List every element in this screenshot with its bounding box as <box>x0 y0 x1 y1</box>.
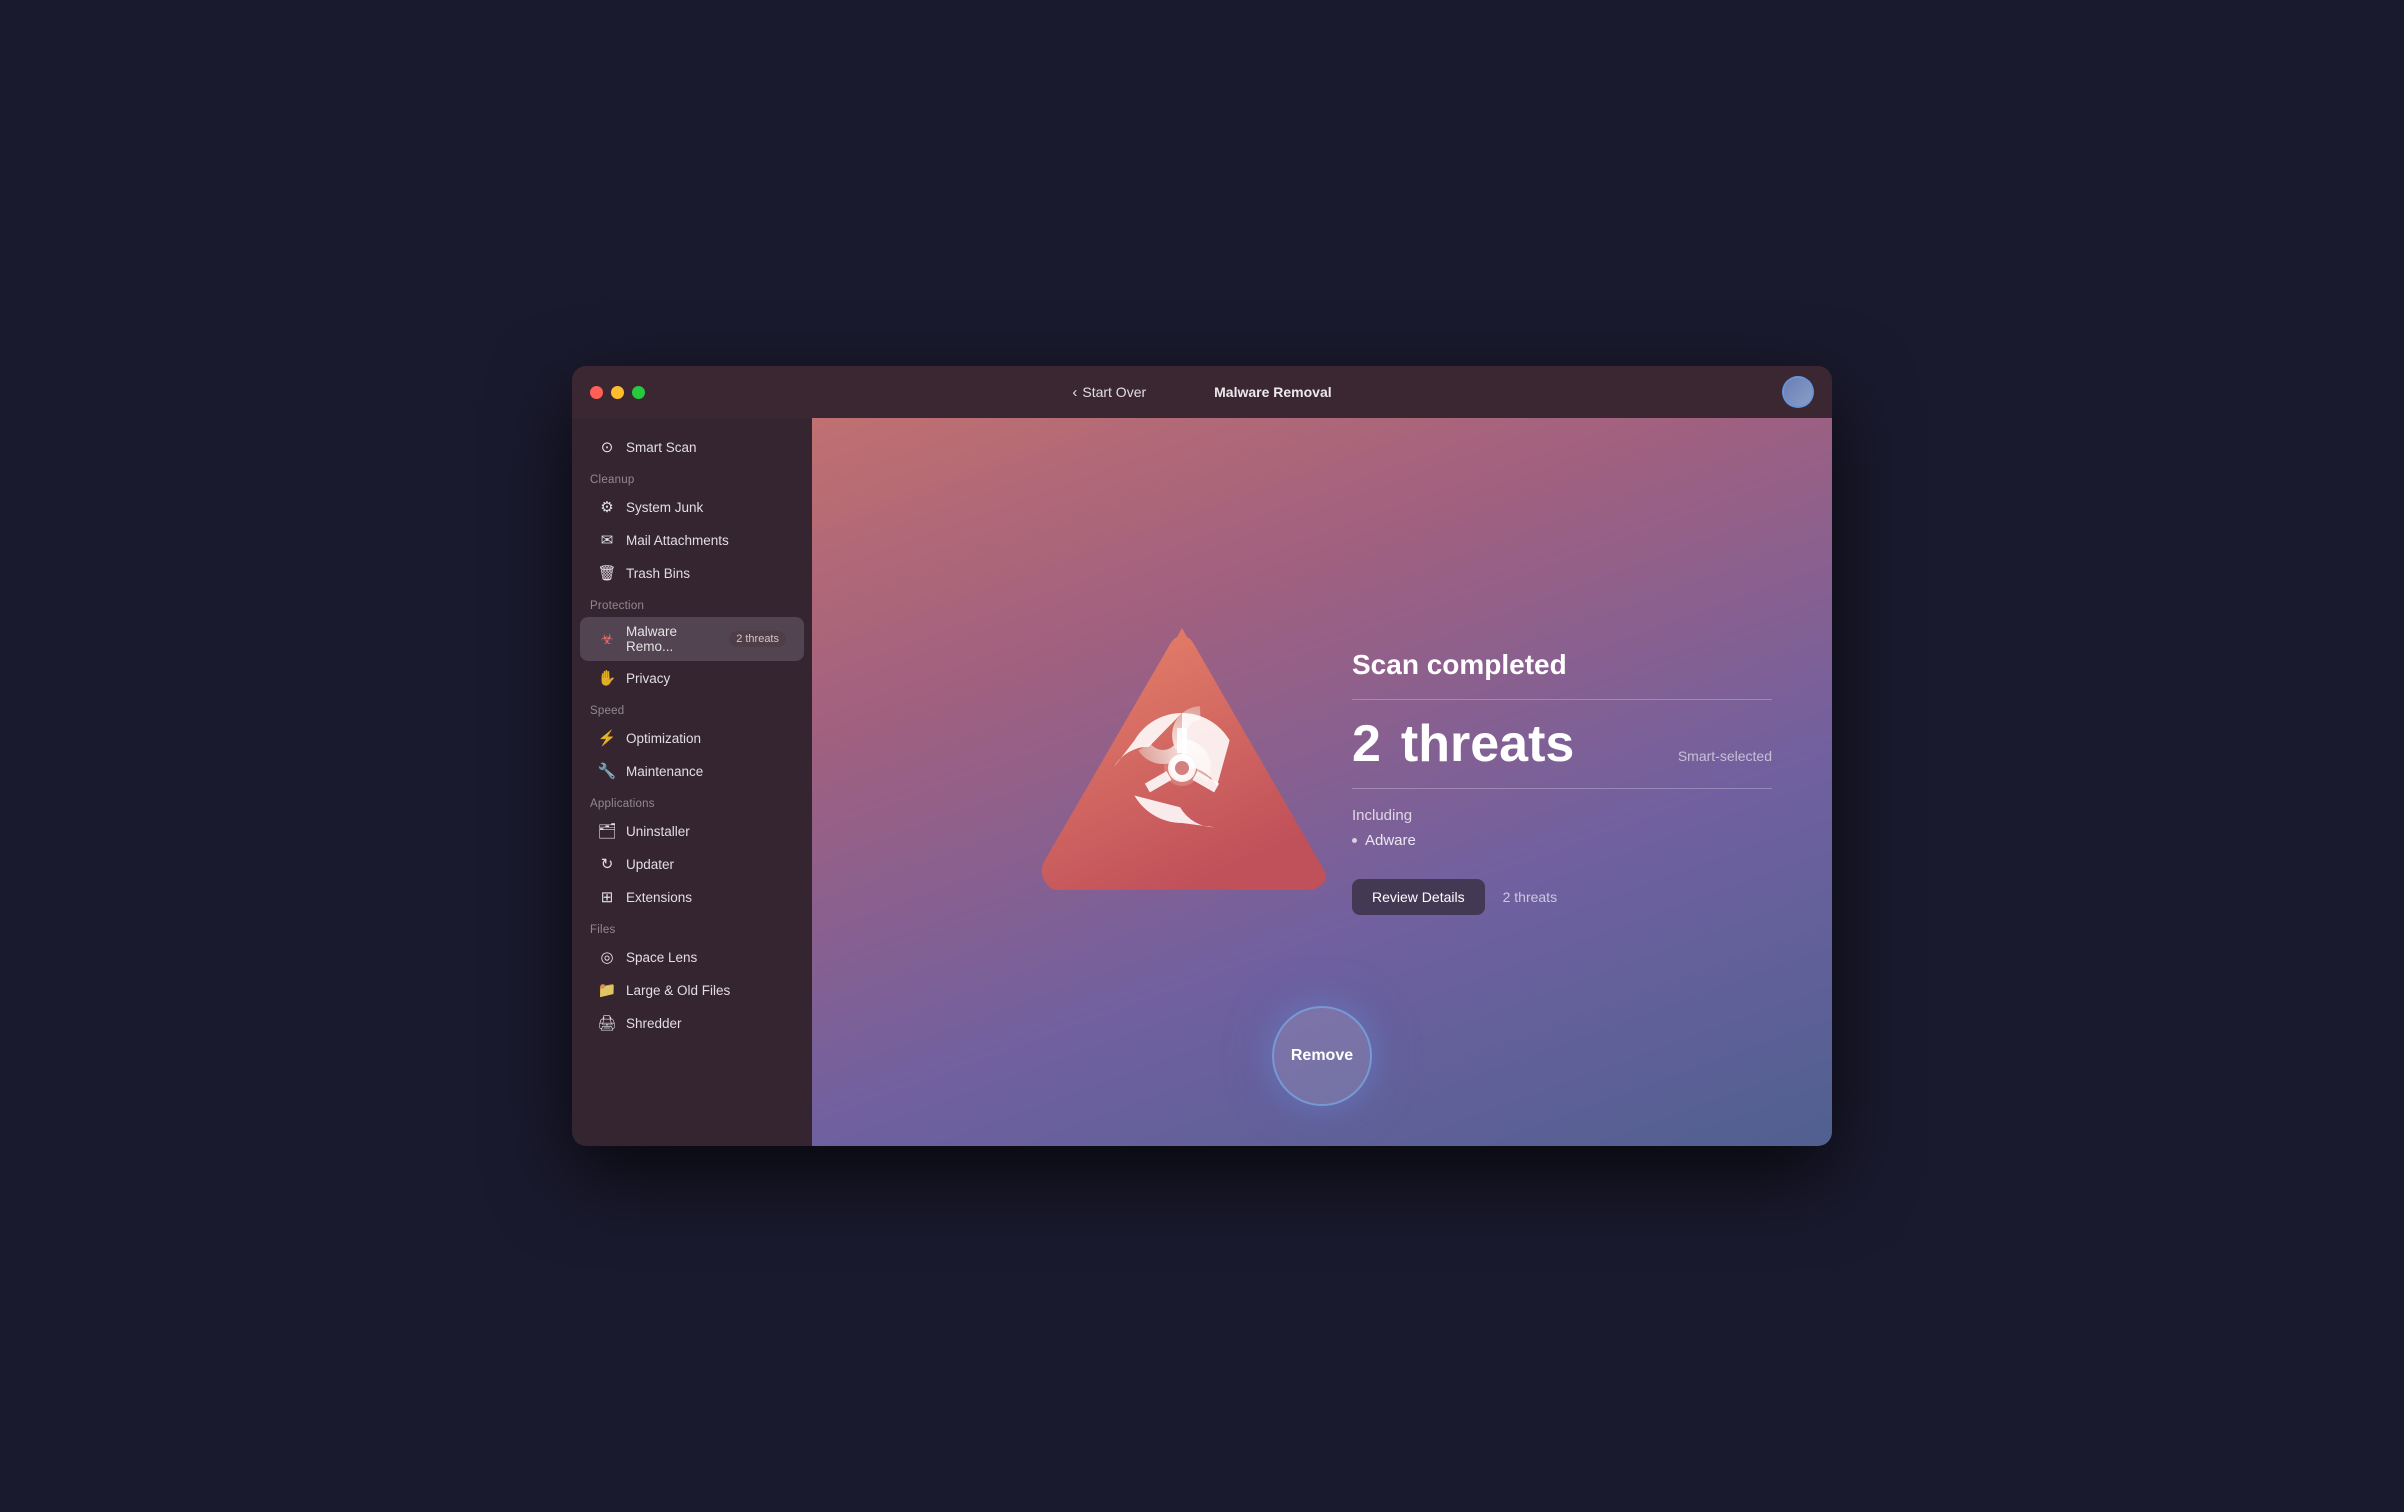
sidebar-item-shredder[interactable]: 🖨 Shredder <box>580 1007 804 1039</box>
review-details-button[interactable]: Review Details <box>1352 879 1485 915</box>
sidebar-item-uninstaller[interactable]: 🗂 Uninstaller <box>580 815 804 847</box>
updater-icon: ↻ <box>598 855 616 873</box>
section-protection-label: Protection <box>572 590 812 616</box>
threats-count: 2 <box>1352 718 1381 770</box>
threats-label: threats <box>1401 718 1574 770</box>
section-applications-label: Applications <box>572 788 812 814</box>
titlebar-center: ‹ Start Over Malware Removal <box>1072 384 1331 401</box>
uninstaller-icon: 🗂 <box>598 822 616 840</box>
back-chevron-icon: ‹ <box>1072 384 1077 401</box>
remove-button[interactable]: Remove <box>1272 1006 1372 1106</box>
start-over-button[interactable]: ‹ Start Over <box>1072 384 1146 401</box>
sidebar-item-privacy[interactable]: ✋ Privacy <box>580 662 804 694</box>
including-section: Including Adware <box>1352 807 1772 849</box>
titlebar-right <box>1782 376 1814 408</box>
shredder-icon: 🖨 <box>598 1014 616 1032</box>
system-junk-label: System Junk <box>626 500 786 515</box>
smart-scan-label: Smart Scan <box>626 440 786 455</box>
privacy-label: Privacy <box>626 671 786 686</box>
malware-threat-badge: 2 threats <box>729 631 786 647</box>
smart-selected-label: Smart-selected <box>1678 748 1772 764</box>
main-content: ⊙ Smart Scan Cleanup ⚙ System Junk ✉ Mai… <box>572 418 1832 1146</box>
biohazard-icon <box>1032 608 1332 908</box>
avatar-button[interactable] <box>1782 376 1814 408</box>
smart-scan-icon: ⊙ <box>598 438 616 456</box>
uninstaller-label: Uninstaller <box>626 824 786 839</box>
sidebar-item-smart-scan[interactable]: ⊙ Smart Scan <box>580 431 804 463</box>
titlebar: ‹ Start Over Malware Removal <box>572 366 1832 418</box>
large-old-files-icon: 📁 <box>598 981 616 999</box>
section-speed-label: Speed <box>572 695 812 721</box>
threat-type-label: Adware <box>1365 832 1416 849</box>
sidebar-item-updater[interactable]: ↻ Updater <box>580 848 804 880</box>
divider-2 <box>1352 788 1772 789</box>
threat-dot <box>1352 838 1357 843</box>
optimization-label: Optimization <box>626 731 786 746</box>
sidebar-item-mail-attachments[interactable]: ✉ Mail Attachments <box>580 524 804 556</box>
minimize-button[interactable] <box>611 386 624 399</box>
traffic-lights <box>590 386 645 399</box>
sidebar-item-large-old-files[interactable]: 📁 Large & Old Files <box>580 974 804 1006</box>
start-over-label: Start Over <box>1082 384 1146 400</box>
threats-row: 2 threats Smart-selected <box>1352 718 1772 770</box>
space-lens-icon: ◎ <box>598 948 616 966</box>
threats-note: 2 threats <box>1503 889 1557 905</box>
biohazard-container <box>1012 468 1352 1048</box>
divider-1 <box>1352 699 1772 700</box>
close-button[interactable] <box>590 386 603 399</box>
updater-label: Updater <box>626 857 786 872</box>
extensions-label: Extensions <box>626 890 786 905</box>
section-cleanup-label: Cleanup <box>572 464 812 490</box>
results-panel: Scan completed 2 threats Smart-selected … <box>1352 649 1772 915</box>
threat-item-adware: Adware <box>1352 832 1772 849</box>
window-title: Malware Removal <box>1214 384 1332 400</box>
sidebar-item-system-junk[interactable]: ⚙ System Junk <box>580 491 804 523</box>
optimization-icon: ⚡ <box>598 729 616 747</box>
space-lens-label: Space Lens <box>626 950 786 965</box>
mail-attachments-label: Mail Attachments <box>626 533 786 548</box>
sidebar: ⊙ Smart Scan Cleanup ⚙ System Junk ✉ Mai… <box>572 418 812 1146</box>
trash-bins-label: Trash Bins <box>626 566 786 581</box>
system-junk-icon: ⚙ <box>598 498 616 516</box>
section-files-label: Files <box>572 914 812 940</box>
remove-btn-container: Remove <box>1272 1006 1372 1106</box>
sidebar-item-trash-bins[interactable]: 🗑 Trash Bins <box>580 557 804 589</box>
maintenance-icon: 🔧 <box>598 762 616 780</box>
app-window: ‹ Start Over Malware Removal ⊙ Smart Sca… <box>572 366 1832 1146</box>
including-label: Including <box>1352 807 1772 824</box>
maintenance-label: Maintenance <box>626 764 786 779</box>
maximize-button[interactable] <box>632 386 645 399</box>
sidebar-item-space-lens[interactable]: ◎ Space Lens <box>580 941 804 973</box>
extensions-icon: ⊞ <box>598 888 616 906</box>
privacy-icon: ✋ <box>598 669 616 687</box>
malware-removal-icon: ☣ <box>598 630 616 648</box>
sidebar-item-maintenance[interactable]: 🔧 Maintenance <box>580 755 804 787</box>
shredder-label: Shredder <box>626 1016 786 1031</box>
actions-row: Review Details 2 threats <box>1352 879 1772 915</box>
malware-removal-label: Malware Remo... <box>626 624 719 654</box>
mail-attachments-icon: ✉ <box>598 531 616 549</box>
scan-completed-title: Scan completed <box>1352 649 1772 681</box>
content-area: Scan completed 2 threats Smart-selected … <box>812 418 1832 1146</box>
sidebar-item-optimization[interactable]: ⚡ Optimization <box>580 722 804 754</box>
trash-bins-icon: 🗑 <box>598 564 616 582</box>
large-old-files-label: Large & Old Files <box>626 983 786 998</box>
sidebar-item-malware-removal[interactable]: ☣ Malware Remo... 2 threats <box>580 617 804 661</box>
sidebar-item-extensions[interactable]: ⊞ Extensions <box>580 881 804 913</box>
